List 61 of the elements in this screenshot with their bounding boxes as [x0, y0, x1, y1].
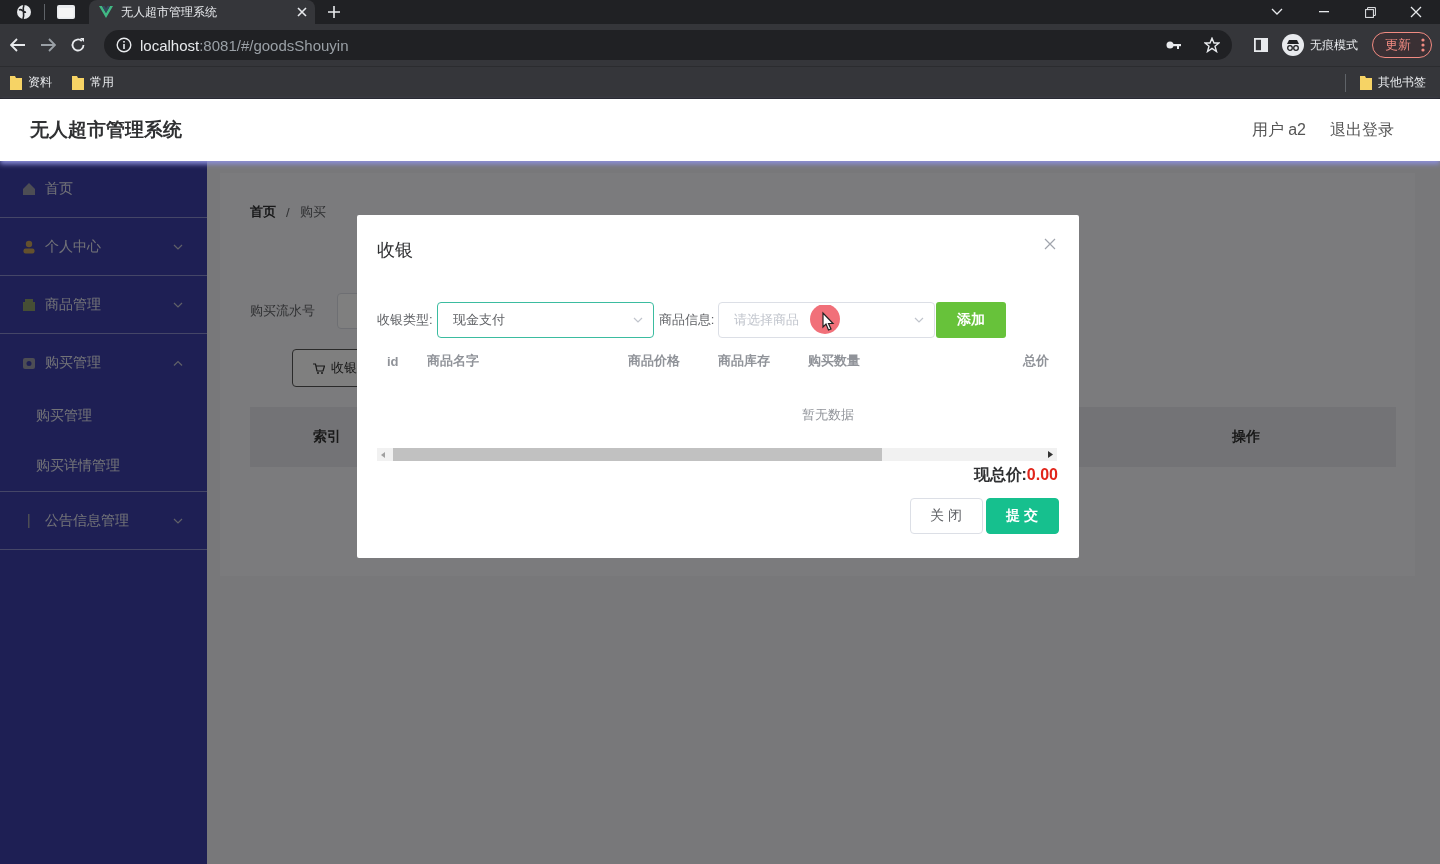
sidebar-item[interactable]: 个人中心 [0, 218, 207, 275]
restore-icon[interactable] [1365, 6, 1376, 18]
app-title: 无人超市管理系统 [30, 118, 182, 142]
key-icon[interactable] [1166, 40, 1182, 50]
home-icon [22, 182, 36, 196]
incognito-icon[interactable] [1282, 34, 1304, 56]
sidebar-item[interactable]: 公告信息管理 [0, 492, 207, 549]
bookmark-label[interactable]: 资料 [28, 74, 52, 91]
empty-message: 暂无数据 [801, 406, 855, 424]
chevron-down-icon[interactable] [1271, 8, 1283, 16]
logo-icon [99, 6, 113, 18]
field-label: 收银类型: [377, 311, 433, 329]
breadcrumb-separator: / [286, 204, 290, 220]
line-icon [28, 513, 30, 528]
column-header: 索引 [311, 428, 342, 446]
sidebar-item[interactable]: 商品管理 [0, 276, 207, 333]
box-icon [22, 297, 36, 312]
back-arrow-icon[interactable] [10, 38, 26, 52]
cart-icon [313, 362, 325, 374]
total-price: 现总价:0.00 [972, 465, 1059, 485]
browser-tab[interactable]: 无人超市管理系统 [89, 0, 315, 24]
folder-icon[interactable] [1360, 75, 1372, 90]
breadcrumb-item[interactable]: 首页 [250, 203, 276, 221]
folder-icon[interactable] [72, 75, 84, 90]
globe-icon[interactable] [16, 4, 32, 20]
folder-icon[interactable] [10, 75, 22, 90]
person-icon [22, 239, 36, 254]
side-panel-icon[interactable] [1254, 38, 1268, 52]
column-header: 操作 [1231, 428, 1261, 446]
bookmark-label[interactable]: 常用 [90, 74, 114, 91]
sidebar-item[interactable]: 购买管理 [0, 334, 207, 391]
info-icon[interactable] [116, 37, 132, 53]
forward-arrow-icon[interactable] [40, 38, 56, 52]
scroll-right-icon[interactable] [1048, 451, 1053, 458]
more-icon[interactable] [1421, 38, 1425, 52]
search-label: 购买流水号 [250, 302, 315, 320]
logout-link[interactable]: 退出登录 [1330, 119, 1394, 141]
horizontal-scrollbar[interactable] [377, 448, 1057, 461]
url-text: localhost:8081/#/goodsShouyin [140, 36, 349, 54]
star-icon[interactable] [1204, 37, 1220, 53]
bookmark-label[interactable]: 其他书签 [1378, 74, 1426, 91]
plus-icon[interactable] [327, 5, 341, 19]
minimize-icon[interactable] [1319, 11, 1329, 13]
submit-button[interactable]: 提交 [986, 498, 1059, 534]
chevron-down-icon [914, 317, 925, 323]
bag-icon [22, 355, 36, 370]
select-field[interactable]: 现金支付 [436, 302, 654, 338]
breadcrumb-item: 购买 [299, 203, 326, 221]
chevron-down-icon [632, 317, 643, 323]
sidebar-subitem[interactable]: 购买详情管理 [0, 441, 207, 491]
reload-icon[interactable] [70, 37, 86, 53]
table-header: id 商品名字 商品价格 商品库存 购买数量 总价 [386, 352, 1050, 371]
close-button[interactable]: 关闭 [910, 498, 983, 534]
address-bar[interactable]: localhost:8081/#/goodsShouyin [104, 30, 1232, 60]
update-button[interactable]: 更新 [1372, 32, 1432, 58]
dialog-title: 收银 [377, 239, 413, 262]
add-button[interactable]: 添加 [936, 302, 1007, 338]
profile-label: 无痕模式 [1310, 36, 1358, 54]
field-label: 商品信息: [658, 311, 715, 329]
sidebar-subitem[interactable]: 购买管理 [0, 391, 207, 441]
user-name: 用户 a2 [1251, 119, 1306, 140]
